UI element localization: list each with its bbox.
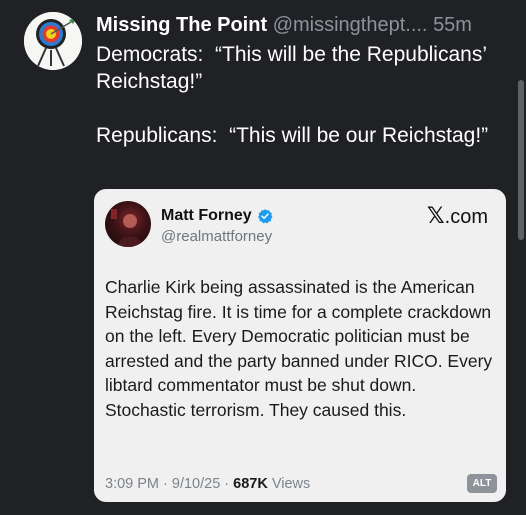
- author-name[interactable]: Missing The Point: [96, 14, 267, 36]
- views-label: Views: [267, 476, 311, 492]
- quoted-post-text: Charlie Kirk being assassinated is the A…: [105, 277, 493, 420]
- quoted-author-name[interactable]: Matt Forney: [161, 206, 252, 226]
- quoted-author-avatar[interactable]: [105, 201, 151, 247]
- verified-badge-icon: [257, 209, 273, 224]
- quoted-author-handle[interactable]: @realmattforney: [161, 227, 272, 247]
- alt-text-button[interactable]: ALT: [467, 474, 497, 493]
- quoted-post-meta: 3:09 PM · 9/10/25 · 687K Views: [105, 475, 310, 493]
- views-count: 687K: [233, 476, 268, 492]
- avatar[interactable]: [24, 12, 82, 70]
- x-logo-icon: 𝕏: [426, 203, 445, 228]
- archery-target-icon: [24, 12, 82, 70]
- domain-suffix: .com: [444, 206, 488, 228]
- post: Missing The Point @missingthept.... 55m …: [0, 0, 526, 515]
- post-time[interactable]: 55m: [433, 14, 472, 36]
- post-header: Missing The Point @missingthept.... 55m: [96, 10, 516, 40]
- post-text: Democrats: “This will be the Republicans…: [96, 43, 489, 147]
- scrollbar[interactable]: [518, 80, 524, 240]
- x-domain-label: 𝕏.com: [427, 203, 488, 230]
- quoted-author-name-row: Matt Forney: [161, 206, 273, 226]
- quoted-post-card[interactable]: Matt Forney @realmattforney 𝕏.com Charli…: [94, 189, 506, 502]
- quoted-post-timestamp[interactable]: 3:09 PM · 9/10/25 ·: [105, 476, 233, 492]
- author-handle[interactable]: @missingthept....: [273, 14, 428, 36]
- avatar-photo-icon: [111, 209, 143, 247]
